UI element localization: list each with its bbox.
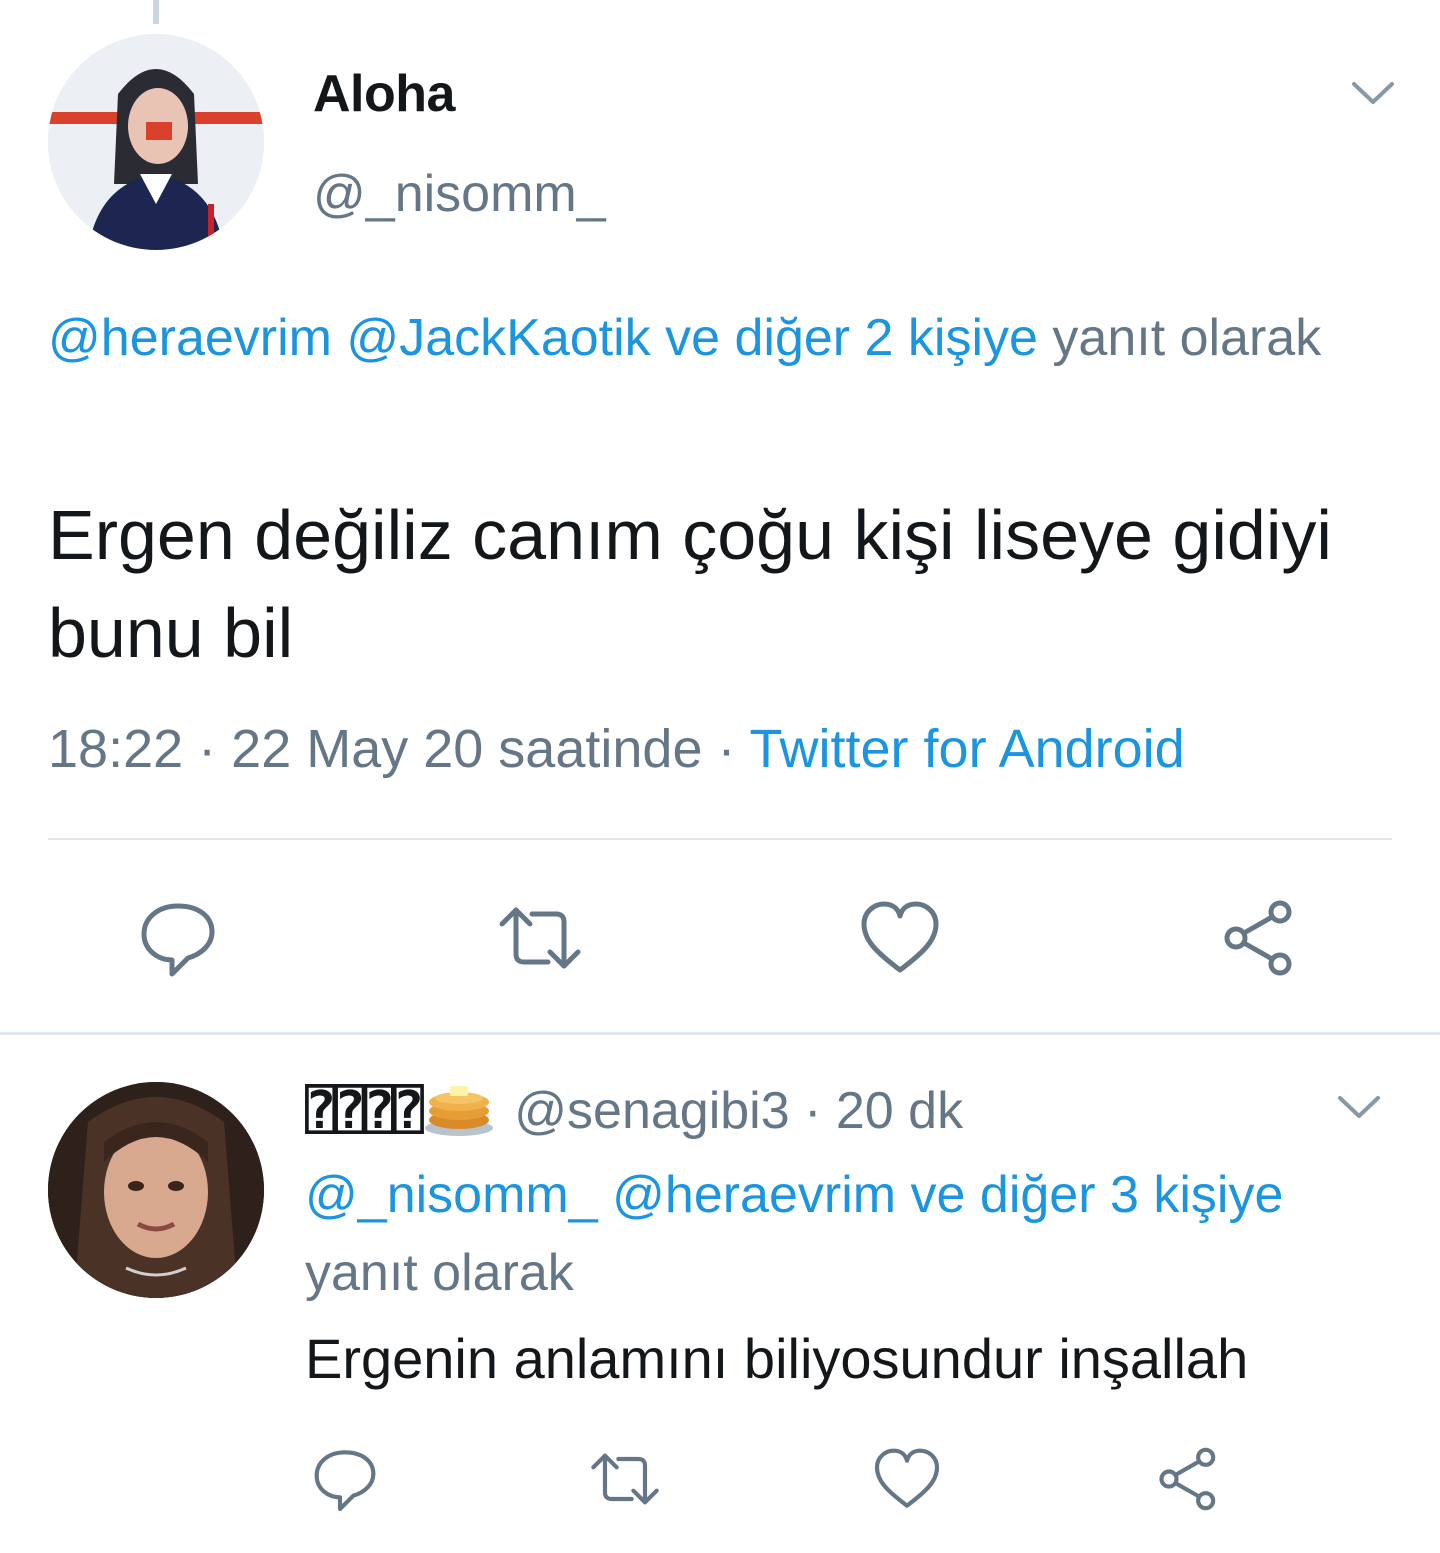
reply-context: @_nisomm_ @heraevrim ve diğer 3 kişiye y…	[305, 1156, 1345, 1312]
mention-link[interactable]: @heraevrim	[48, 309, 332, 367]
avatar[interactable]	[48, 34, 264, 250]
source-link[interactable]: Twitter for Android	[750, 719, 1185, 779]
author-handle[interactable]: @senagibi3	[514, 1082, 789, 1140]
share-icon[interactable]	[1218, 896, 1302, 980]
mention-link[interactable]: @heraevrim	[612, 1166, 896, 1224]
reply-context: @heraevrim @JackKaotik ve diğer 2 kişiye…	[48, 302, 1378, 374]
divider	[48, 838, 1392, 840]
mention-link[interactable]: @JackKaotik	[346, 309, 650, 367]
others-link[interactable]: ve diğer 2 kişiye	[665, 309, 1038, 367]
author-name[interactable]: Aloha	[313, 64, 455, 124]
like-icon[interactable]	[858, 896, 942, 980]
share-icon[interactable]	[1154, 1444, 1224, 1514]
tweet-metadata: 18:22 · 22 May 20 saatinde · Twitter for…	[48, 718, 1185, 780]
retweet-icon[interactable]	[590, 1444, 660, 1514]
author-name[interactable]: ⍰⍰⍰⍰	[305, 1081, 424, 1141]
reply-icon[interactable]	[310, 1444, 380, 1514]
mention-link[interactable]: @_nisomm_	[305, 1166, 598, 1224]
avatar-photo-icon	[48, 1082, 264, 1298]
tweet-date: 22 May 20 saatinde	[231, 719, 703, 779]
reply-context-suffix: yanıt olarak	[305, 1244, 574, 1302]
tweet-time-ago[interactable]: 20 dk	[836, 1082, 963, 1140]
chevron-down-icon[interactable]	[1336, 1092, 1382, 1122]
pancakes-emoji	[425, 1086, 494, 1136]
meta-separator: ·	[804, 1082, 822, 1140]
main-tweet: Aloha @_nisomm_ @heraevrim @JackKaotik v…	[0, 0, 1440, 1034]
author-handle[interactable]: @_nisomm_	[313, 164, 606, 224]
reply-icon[interactable]	[136, 896, 220, 980]
meta-separator: ·	[198, 719, 217, 779]
tweet-time: 18:22	[48, 719, 184, 779]
tweet-text: Ergenin anlamını biliyosundur inşallah	[305, 1327, 1249, 1390]
action-bar	[0, 896, 1440, 980]
avatar[interactable]	[48, 1082, 264, 1298]
avatar-photo-icon	[48, 34, 264, 250]
like-icon[interactable]	[872, 1444, 942, 1514]
chevron-down-icon[interactable]	[1350, 78, 1396, 108]
tweet-text: Ergen değiliz canım çoğu kişi liseye gid…	[48, 496, 1332, 672]
retweet-icon[interactable]	[498, 896, 582, 980]
meta-separator: ·	[717, 719, 736, 779]
reply-header: ⍰⍰⍰⍰ @senagibi3 · 20 dk	[305, 1078, 963, 1141]
reply-context-suffix: yanıt olarak	[1052, 309, 1322, 367]
others-link[interactable]: ve diğer 3 kişiye	[911, 1166, 1284, 1224]
thread-divider	[0, 1032, 1440, 1035]
action-bar	[0, 1444, 1440, 1514]
